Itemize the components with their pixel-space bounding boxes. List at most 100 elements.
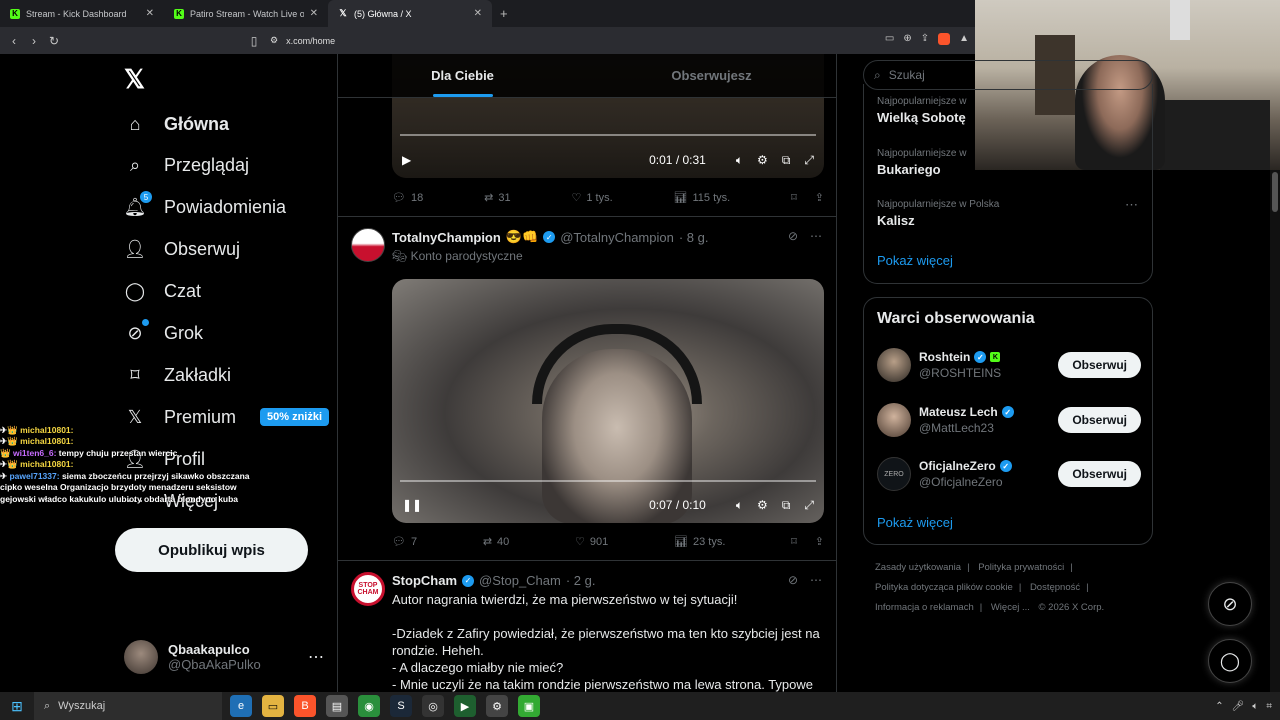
pip-icon[interactable]: ⧉ <box>782 498 791 513</box>
volume-icon[interactable]: 🔈︎ <box>736 498 743 513</box>
cast-icon[interactable]: ▭ <box>885 33 894 45</box>
account-switcher[interactable]: Qbaakapulco @QbaAkaPulko ⋯ <box>124 639 324 675</box>
close-icon[interactable]: ✕ <box>310 8 318 19</box>
brave-icon[interactable]: B <box>294 695 316 717</box>
pause-icon[interactable]: ❚❚ <box>402 498 422 512</box>
x-logo-icon[interactable]: 𝕏 <box>124 64 145 95</box>
play-icon[interactable]: ▶ <box>402 153 411 167</box>
network-icon[interactable]: ⌗ <box>1266 701 1272 712</box>
footer-link[interactable]: Polityka prywatności <box>978 562 1064 573</box>
trend-item[interactable]: Najpopularniejsze w Wielką Sobotę <box>877 96 967 125</box>
nav-chat[interactable]: ◯ Czat <box>124 276 201 306</box>
views-button[interactable]: 📊︎ 23 tys. <box>674 535 725 549</box>
chrome-icon[interactable]: ◉ <box>358 695 380 717</box>
follow-suggestion[interactable]: Roshtein ✓ K @ROSHTEINS Obserwuj <box>877 347 1141 383</box>
tab-for-you[interactable]: Dla Ciebie <box>338 54 587 97</box>
post-time[interactable]: · 2 g. <box>566 573 596 588</box>
browser-tab-1[interactable]: K Stream - Kick Dashboard ✕ <box>0 0 164 27</box>
grok-icon[interactable]: ⊘ <box>788 573 798 587</box>
volume-icon[interactable]: 🔈︎ <box>736 153 743 168</box>
video-player[interactable]: ❚❚ 0:07 / 0:10 🔈︎ ⚙ ⧉ ⤢ <box>392 279 824 523</box>
bookmark-button[interactable]: ⌑ <box>791 535 797 548</box>
footer-link[interactable]: Więcej ... <box>991 602 1030 613</box>
share-button[interactable]: ⇪ <box>815 535 824 548</box>
nav-grok[interactable]: ⊘ Grok <box>124 318 203 348</box>
settings-icon[interactable]: ⚙ <box>757 498 768 512</box>
mic-icon[interactable]: 🎤︎ <box>1232 701 1245 712</box>
grok-icon[interactable]: ⊘ <box>788 229 798 243</box>
forward-icon[interactable]: › <box>24 34 44 48</box>
bookmark-page-icon[interactable]: ▯ <box>244 34 264 48</box>
follow-suggestion[interactable]: Mateusz Lech ✓ @MattLech23 Obserwuj <box>877 402 1141 438</box>
author-handle[interactable]: @TotalnyChampion <box>560 230 674 245</box>
back-icon[interactable]: ‹ <box>4 34 24 48</box>
pip-icon[interactable]: ⧉ <box>782 153 791 168</box>
fullscreen-icon[interactable]: ⤢ <box>804 498 814 513</box>
play-app-icon[interactable]: ▶ <box>454 695 476 717</box>
steam-icon[interactable]: S <box>390 695 412 717</box>
reply-button[interactable]: 💬︎ 7 <box>392 535 417 549</box>
repost-button[interactable]: ⇄ 31 <box>484 191 510 205</box>
trend-item[interactable]: Najpopularniejsze w Bukariego <box>877 148 967 177</box>
site-info-icon[interactable]: ⚙ <box>270 35 278 46</box>
nav-bookmarks[interactable]: ⌑ Zakładki <box>124 360 231 390</box>
bookmark-button[interactable]: ⌑ <box>791 191 797 204</box>
close-icon[interactable]: ✕ <box>474 8 482 19</box>
reply-button[interactable]: 💬︎ 18 <box>392 191 423 205</box>
browser-tab-2[interactable]: K Patiro Stream - Watch Live on Kick ✕ <box>164 0 328 27</box>
close-icon[interactable]: ✕ <box>146 8 154 19</box>
nav-follow[interactable]: 👤︎ Obserwuj <box>124 234 240 264</box>
more-icon[interactable]: ⋯ <box>308 647 324 667</box>
windows-start-icon[interactable]: ⊞ <box>0 698 34 715</box>
follow-button[interactable]: Obserwuj <box>1058 352 1141 378</box>
follow-button[interactable]: Obserwuj <box>1058 461 1141 487</box>
more-icon[interactable]: ⋯ <box>1125 197 1138 213</box>
share-button[interactable]: ⇪ <box>815 191 824 204</box>
video-progress-bar[interactable] <box>400 480 816 482</box>
app-icon[interactable]: ▤ <box>326 695 348 717</box>
app-icon[interactable]: ▣ <box>518 695 540 717</box>
volume-icon[interactable]: 🔈︎ <box>1252 701 1258 712</box>
grok-fab-button[interactable]: ⊘ <box>1208 582 1252 626</box>
show-more-link[interactable]: Pokaż więcej <box>877 253 953 268</box>
post-time[interactable]: · 8 g. <box>679 230 709 245</box>
author-handle[interactable]: @Stop_Cham <box>479 573 561 588</box>
avatar[interactable]: STOP CHAM <box>351 572 385 606</box>
more-icon[interactable]: ⋯ <box>810 229 822 243</box>
author-name[interactable]: TotalnyChampion <box>392 230 501 245</box>
obs-icon[interactable]: ◎ <box>422 695 444 717</box>
footer-link[interactable]: Polityka dotycząca plików cookie <box>875 582 1013 593</box>
reload-icon[interactable]: ↻ <box>44 34 64 48</box>
video-progress-bar[interactable] <box>400 134 816 136</box>
follow-suggestion[interactable]: ZERO OficjalneZero ✓ @OficjalneZero Obser… <box>877 456 1141 492</box>
zoom-icon[interactable]: ⊕ <box>903 33 911 45</box>
footer-link[interactable]: Informacja o reklamach <box>875 602 974 613</box>
fullscreen-icon[interactable]: ⤢ <box>804 153 814 168</box>
share-icon[interactable]: ⇪ <box>921 33 929 45</box>
avatar[interactable] <box>351 228 385 262</box>
like-button[interactable]: ♡ 1 tys. <box>571 191 612 205</box>
nav-explore[interactable]: ⌕ Przeglądaj <box>124 150 249 180</box>
follow-button[interactable]: Obserwuj <box>1058 407 1141 433</box>
scrollbar-thumb[interactable] <box>1272 172 1278 212</box>
more-icon[interactable]: ⋯ <box>810 573 822 587</box>
like-button[interactable]: ♡ 901 <box>575 535 608 549</box>
settings-icon[interactable]: ⚙ <box>757 153 768 167</box>
settings-icon[interactable]: ⚙ <box>486 695 508 717</box>
footer-link[interactable]: Dostępność <box>1030 582 1080 593</box>
folder-icon[interactable]: ▭ <box>262 695 284 717</box>
tab-following[interactable]: Obserwujesz <box>587 54 836 97</box>
nav-notifications[interactable]: 🔔︎ 5 Powiadomienia <box>124 191 286 222</box>
author-name[interactable]: StopCham <box>392 573 457 588</box>
url-field[interactable]: ⚙ x.com/home <box>270 31 970 50</box>
taskbar-search[interactable]: ⌕ Wyszukaj <box>34 692 222 720</box>
page-scrollbar[interactable] <box>1270 170 1280 692</box>
views-button[interactable]: 📊︎ 115 tys. <box>674 191 731 205</box>
browser-tab-3[interactable]: 𝕏 (5) Główna / X ✕ <box>328 0 492 27</box>
edge-icon[interactable]: e <box>230 695 252 717</box>
nav-home[interactable]: ⌂ Główna <box>124 109 229 139</box>
repost-button[interactable]: ⇄ 40 <box>483 535 509 549</box>
footer-link[interactable]: Zasady użytkowania <box>875 562 961 573</box>
show-more-link[interactable]: Pokaż więcej <box>877 515 953 530</box>
chevron-up-icon[interactable]: ⌃ <box>1215 701 1223 712</box>
